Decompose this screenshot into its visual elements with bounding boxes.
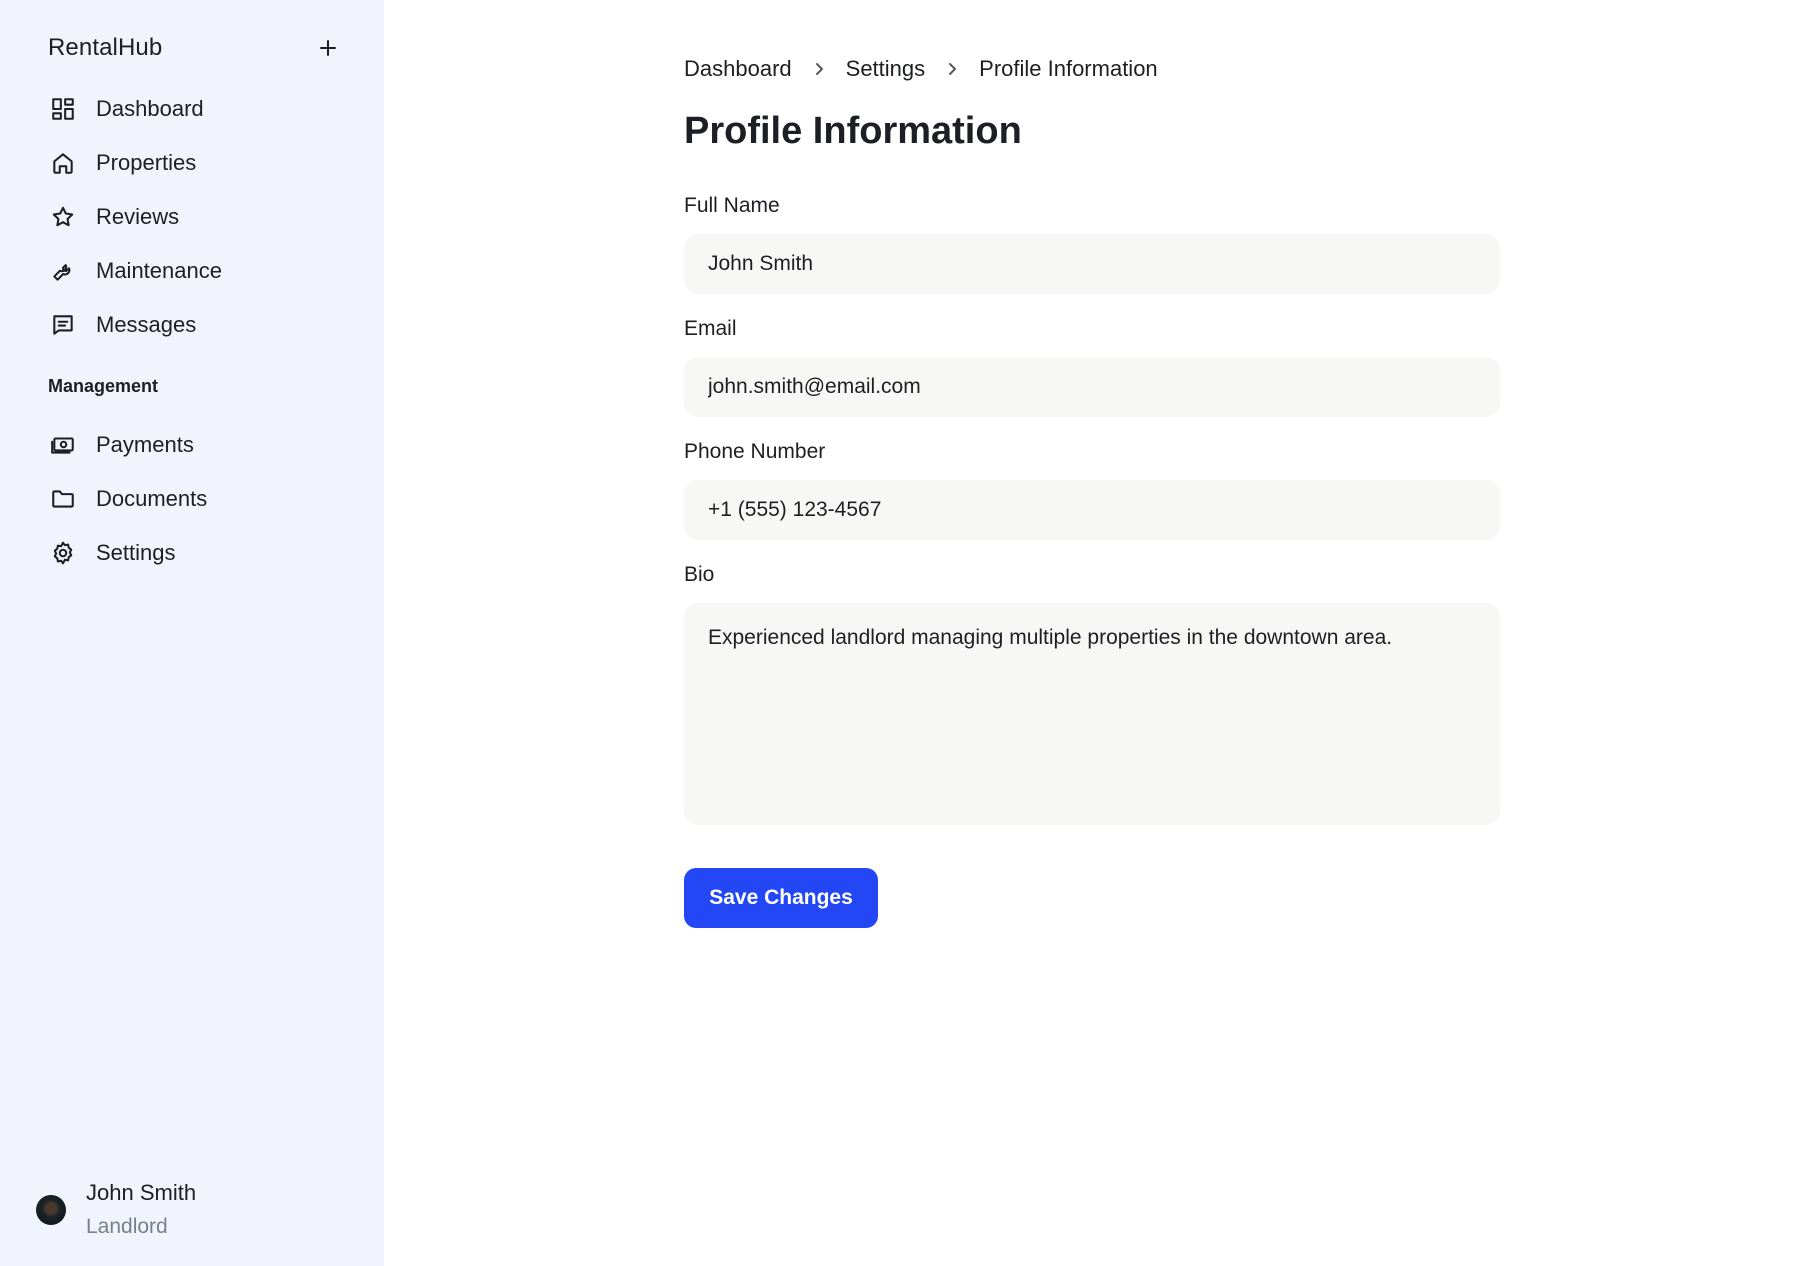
breadcrumb-current: Profile Information: [979, 56, 1158, 81]
sidebar-item-messages[interactable]: Messages: [48, 298, 348, 352]
sidebar-item-payments[interactable]: Payments: [48, 418, 348, 472]
sidebar-item-settings[interactable]: Settings: [48, 526, 348, 580]
user-card[interactable]: John Smith Landlord: [36, 1176, 196, 1244]
full-name-label: Full Name: [684, 194, 780, 217]
star-icon: [48, 202, 78, 232]
brand-row: RentalHub: [48, 30, 344, 66]
sidebar-item-documents[interactable]: Documents: [48, 472, 348, 526]
bio-label: Bio: [684, 563, 715, 586]
cash-icon: [48, 430, 78, 460]
sidebar-item-label: Documents: [96, 486, 208, 511]
sidebar-nav: Dashboard Properties Reviews Maintenance…: [48, 82, 348, 352]
sidebar-item-dashboard[interactable]: Dashboard: [48, 82, 348, 136]
phone-label: Phone Number: [684, 440, 826, 463]
sidebar-item-maintenance[interactable]: Maintenance: [48, 244, 348, 298]
avatar: [36, 1195, 66, 1225]
brand-name: RentalHub: [48, 34, 163, 61]
sidebar-item-reviews[interactable]: Reviews: [48, 190, 348, 244]
breadcrumb-dashboard[interactable]: Dashboard: [684, 56, 792, 82]
dashboard-icon: [48, 94, 78, 124]
breadcrumb-settings[interactable]: Settings: [846, 56, 926, 82]
sidebar-item-label: Maintenance: [96, 258, 222, 283]
plus-icon: [320, 40, 336, 56]
sidebar-item-label: Dashboard: [96, 96, 204, 121]
email-label: Email: [684, 317, 737, 340]
phone-input[interactable]: [684, 480, 1500, 540]
wrench-icon: [48, 256, 78, 286]
full-name-input[interactable]: [684, 234, 1500, 294]
sidebar-item-label: Reviews: [96, 204, 180, 229]
user-name: John Smith: [86, 1180, 197, 1205]
save-changes-button[interactable]: Save Changes: [684, 868, 878, 928]
folder-icon: [48, 484, 78, 514]
add-button[interactable]: [312, 32, 344, 64]
chevron-right-icon: [925, 61, 979, 77]
section-title-management: Management: [48, 376, 159, 396]
page-title: Profile Information: [684, 110, 1022, 152]
gear-icon: [48, 538, 78, 568]
sidebar-item-label: Settings: [96, 540, 176, 565]
breadcrumb: Dashboard Settings Profile Information: [684, 56, 1158, 82]
message-icon: [48, 310, 78, 340]
home-icon: [48, 148, 78, 178]
management-nav: Payments Documents Settings: [48, 418, 348, 580]
chevron-right-icon: [792, 61, 846, 77]
sidebar: RentalHub Dashboard Properties Reviews M…: [0, 0, 384, 1266]
email-input[interactable]: [684, 357, 1500, 417]
sidebar-item-label: Messages: [96, 312, 197, 337]
bio-textarea[interactable]: Experienced landlord managing multiple p…: [684, 603, 1500, 825]
user-role: Landlord: [86, 1215, 168, 1238]
sidebar-item-label: Properties: [96, 150, 197, 175]
sidebar-item-label: Payments: [96, 432, 194, 457]
user-info: John Smith Landlord: [86, 1176, 196, 1244]
sidebar-item-properties[interactable]: Properties: [48, 136, 348, 190]
